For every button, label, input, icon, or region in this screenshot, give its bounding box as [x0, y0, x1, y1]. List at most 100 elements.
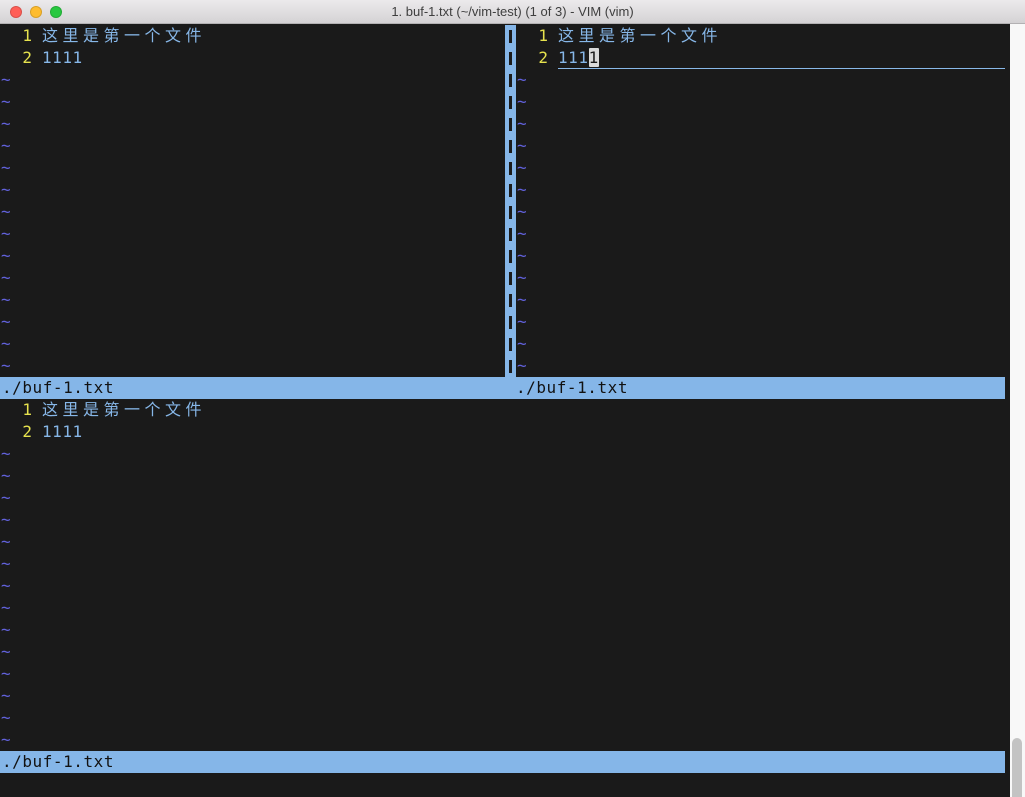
tilde: ~: [0, 135, 11, 157]
line-text: 1111: [42, 47, 83, 69]
close-button[interactable]: [10, 6, 22, 18]
line-number: 2: [0, 421, 32, 443]
tilde: ~: [0, 443, 11, 465]
tilde: ~: [0, 575, 11, 597]
tilde: ~: [516, 267, 527, 289]
empty-lines: ~ ~~~~~~~~~~~~~: [0, 69, 505, 377]
buffer-line: 2 1111: [0, 421, 1005, 443]
tilde-row: ~: [516, 157, 1005, 179]
separator-dash: [505, 91, 516, 113]
window-top-left[interactable]: 1 这里是第一个文件 2 1111 ~ ~~~~~~~~~~~~~: [0, 25, 505, 377]
separator-dash: [505, 201, 516, 223]
tilde: ~: [516, 179, 527, 201]
empty-lines: ~ ~~~~~~~~~~~~~: [516, 69, 1005, 377]
separator-dash: [505, 245, 516, 267]
statusline-file: ./buf-1.txt: [0, 751, 114, 773]
tilde-row: ~: [516, 267, 1005, 289]
tilde-row: ~: [0, 531, 1005, 553]
buffer-line: 1 这里是第一个文件: [0, 25, 505, 47]
tilde-row: ~: [516, 223, 1005, 245]
tilde: ~: [516, 135, 527, 157]
separator-dash: [505, 223, 516, 245]
tilde-row: ~: [0, 267, 505, 289]
buffer-line: 2 1111: [0, 47, 505, 69]
tilde-row: ~: [516, 311, 1005, 333]
tilde-row: ~: [0, 91, 505, 113]
line-number: 1: [0, 25, 32, 47]
tilde-row: ~: [0, 663, 1005, 685]
separator-dash: [505, 47, 516, 69]
cursor-line: 2 1111: [516, 47, 1005, 69]
tilde-row: ~: [0, 333, 505, 355]
separator-dash: [505, 25, 516, 47]
separator-dash: [505, 135, 516, 157]
text-before-cursor: 111: [558, 48, 589, 67]
tilde-row: ~: [0, 597, 1005, 619]
tilde-row: ~: [0, 355, 505, 377]
line-number: 1: [0, 399, 32, 421]
tilde-row: ~: [0, 509, 1005, 531]
tilde-row: ~: [0, 223, 505, 245]
scrollbar-thumb[interactable]: [1012, 738, 1022, 797]
tilde: ~: [0, 597, 11, 619]
tilde-row: ~: [516, 289, 1005, 311]
tilde: ~: [0, 113, 11, 135]
tilde: ~: [0, 619, 11, 641]
traffic-lights: [10, 6, 62, 18]
tilde: ~: [516, 69, 527, 91]
vertical-split-separator[interactable]: [505, 25, 516, 377]
statusline-top[interactable]: ./buf-1.txt ./buf-1.txt: [0, 377, 1005, 399]
line-number: 2: [516, 47, 548, 69]
window-top-right-active[interactable]: 1 这里是第一个文件 2 1111 ~ ~~~~~~~~~~~~~: [516, 25, 1005, 377]
tilde-row: ~: [0, 201, 505, 223]
line-text: 这里是第一个文件: [42, 399, 206, 421]
tilde-row: ~: [516, 135, 1005, 157]
statusline-file-right: ./buf-1.txt: [516, 377, 1005, 399]
tilde-row: ~: [0, 685, 1005, 707]
titlebar[interactable]: 1. buf-1.txt (~/vim-test) (1 of 3) - VIM…: [0, 0, 1025, 24]
command-line[interactable]: :vsp: [0, 773, 1005, 795]
macvim-window: 1. buf-1.txt (~/vim-test) (1 of 3) - VIM…: [0, 0, 1025, 797]
scrollbar-track[interactable]: [1010, 24, 1025, 797]
statusline-file-left: ./buf-1.txt: [0, 377, 516, 399]
separator-dash: [505, 355, 516, 377]
tilde-row: ~: [0, 619, 1005, 641]
tilde: ~: [0, 531, 11, 553]
separator-dash: [505, 69, 516, 91]
tilde-row: ~: [516, 201, 1005, 223]
empty-lines: ~ ~~~~~~~~~~~~~: [0, 443, 1005, 751]
line-text: 这里是第一个文件: [42, 25, 206, 47]
separator-dash: [505, 179, 516, 201]
window-bottom[interactable]: 1 这里是第一个文件 2 1111 ~ ~~~~~~~~~~~~~: [0, 399, 1005, 751]
tilde: ~: [516, 289, 527, 311]
fullscreen-button[interactable]: [50, 6, 62, 18]
separator-dash: [505, 289, 516, 311]
minimize-button[interactable]: [30, 6, 42, 18]
line-number: 2: [0, 47, 32, 69]
tilde: ~: [0, 355, 11, 377]
tilde: ~: [0, 487, 11, 509]
statusline-bottom[interactable]: ./buf-1.txt: [0, 751, 1005, 773]
window-title: 1. buf-1.txt (~/vim-test) (1 of 3) - VIM…: [0, 0, 1025, 23]
tilde: ~: [516, 91, 527, 113]
tilde-row: ~: [0, 729, 1005, 751]
tilde-row: ~: [516, 179, 1005, 201]
tilde-row: ~: [0, 69, 505, 91]
tilde-row: ~: [0, 707, 1005, 729]
separator-dash: [505, 267, 516, 289]
line-text: 1111: [42, 421, 83, 443]
tilde: ~: [0, 663, 11, 685]
tilde: ~: [0, 465, 11, 487]
tilde-row: ~: [0, 487, 1005, 509]
separator-dash: [505, 157, 516, 179]
tilde: ~: [0, 311, 11, 333]
tilde: ~: [0, 707, 11, 729]
tilde-row: ~: [0, 443, 1005, 465]
tilde-row: ~: [0, 179, 505, 201]
line-text: 这里是第一个文件: [558, 25, 722, 47]
separator-dashes: [505, 25, 516, 377]
tilde: ~: [516, 245, 527, 267]
tilde: ~: [0, 245, 11, 267]
vim-content: 1 这里是第一个文件 2 1111 ~ ~~~~~~~~~~~~~ 1: [0, 24, 1005, 795]
tilde: ~: [0, 223, 11, 245]
